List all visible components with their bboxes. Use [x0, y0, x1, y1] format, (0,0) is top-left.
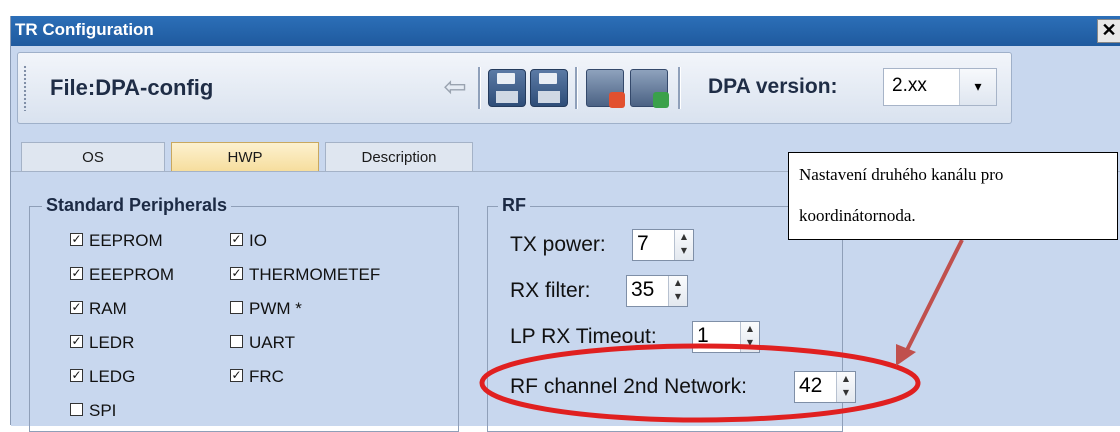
- spinner-arrows-icon[interactable]: ▲ ▼: [674, 230, 693, 260]
- lp-rx-timeout-spinner[interactable]: 1 ▲ ▼: [692, 321, 760, 353]
- checkbox-icon[interactable]: ✓: [70, 335, 83, 349]
- checkbox-icon[interactable]: ✓: [230, 233, 243, 247]
- checkbox-icon[interactable]: [230, 335, 243, 349]
- back-arrow-icon[interactable]: ⇦: [436, 69, 474, 107]
- checkbox-icon[interactable]: [230, 301, 243, 315]
- file-label: File:DPA-config: [50, 75, 214, 100]
- spinner-arrows-icon[interactable]: ▲ ▼: [836, 372, 855, 402]
- checkbox-icon[interactable]: ✓: [70, 369, 83, 383]
- checkbox-thermometer[interactable]: ✓ THERMOMETEF: [230, 265, 380, 285]
- checkbox-pwm[interactable]: PWM *: [230, 299, 302, 319]
- checkbox-icon[interactable]: ✓: [70, 267, 83, 281]
- checkbox-frc[interactable]: ✓ FRC: [230, 367, 284, 387]
- tx-power-spinner[interactable]: 7 ▲ ▼: [632, 229, 694, 261]
- standard-peripherals-title: Standard Peripherals: [42, 195, 232, 216]
- rf-channel-spinner[interactable]: 42 ▲ ▼: [794, 371, 856, 403]
- upload-icon[interactable]: [630, 69, 669, 108]
- checkbox-ledg[interactable]: ✓ LEDG: [70, 367, 135, 387]
- tx-power-label: TX power:: [510, 233, 606, 256]
- title-bar: TR Configuration ✕: [11, 16, 1120, 46]
- dpa-version-select[interactable]: 2.xx ▾: [883, 68, 997, 106]
- spinner-arrows-icon[interactable]: ▲ ▼: [740, 322, 759, 352]
- tab-description[interactable]: Description: [325, 142, 473, 172]
- annotation-callout: Nastavení druhého kanálu pro koordinátor…: [788, 152, 1118, 240]
- checkbox-ledr[interactable]: ✓ LEDR: [70, 333, 134, 353]
- checkbox-icon[interactable]: ✓: [70, 301, 83, 315]
- toolbar: File:DPA-config ⇦ DPA version: 2.xx ▾: [17, 52, 1012, 124]
- checkbox-io[interactable]: ✓ IO: [230, 231, 267, 251]
- toolbar-separator: [678, 67, 681, 109]
- standard-peripherals-group: Standard Peripherals ✓ EEPROM ✓ EEEPROM ✓ R…: [29, 195, 459, 432]
- checkbox-spi[interactable]: SPI: [70, 401, 116, 421]
- checkbox-ram[interactable]: ✓ RAM: [70, 299, 127, 319]
- rx-filter-label: RX filter:: [510, 279, 591, 302]
- checkbox-icon[interactable]: ✓: [230, 267, 243, 281]
- checkbox-icon[interactable]: ✓: [70, 233, 83, 247]
- callout-line-1: Nastavení druhého kanálu pro: [799, 165, 1004, 184]
- chevron-down-icon[interactable]: ▾: [959, 69, 996, 105]
- checkbox-icon[interactable]: [70, 403, 83, 417]
- toolbar-separator: [575, 67, 578, 109]
- spinner-arrows-icon[interactable]: ▲ ▼: [668, 276, 687, 306]
- rf-title: RF: [498, 195, 530, 216]
- checkbox-eeeprom[interactable]: ✓ EEEPROM: [70, 265, 174, 285]
- checkbox-uart[interactable]: UART: [230, 333, 295, 353]
- toolbar-separator: [478, 67, 481, 109]
- window-title: TR Configuration: [15, 20, 154, 39]
- dpa-version-value: 2.xx: [892, 75, 927, 96]
- rf-channel-label: RF channel 2nd Network:: [510, 375, 747, 398]
- close-button[interactable]: ✕: [1097, 19, 1120, 43]
- tab-hwp[interactable]: HWP: [171, 142, 319, 172]
- toolbar-grip-icon[interactable]: [23, 65, 27, 111]
- tab-os[interactable]: OS: [21, 142, 165, 172]
- download-icon[interactable]: [586, 69, 625, 108]
- lp-rx-timeout-label: LP RX Timeout:: [510, 325, 657, 348]
- save-as-icon[interactable]: [530, 69, 568, 107]
- callout-line-2: koordinátornoda.: [799, 206, 916, 225]
- checkbox-eeprom[interactable]: ✓ EEPROM: [70, 231, 163, 251]
- checkbox-icon[interactable]: ✓: [230, 369, 243, 383]
- rx-filter-spinner[interactable]: 35 ▲ ▼: [626, 275, 688, 307]
- dpa-version-label: DPA version:: [708, 75, 838, 98]
- save-icon[interactable]: [488, 69, 526, 107]
